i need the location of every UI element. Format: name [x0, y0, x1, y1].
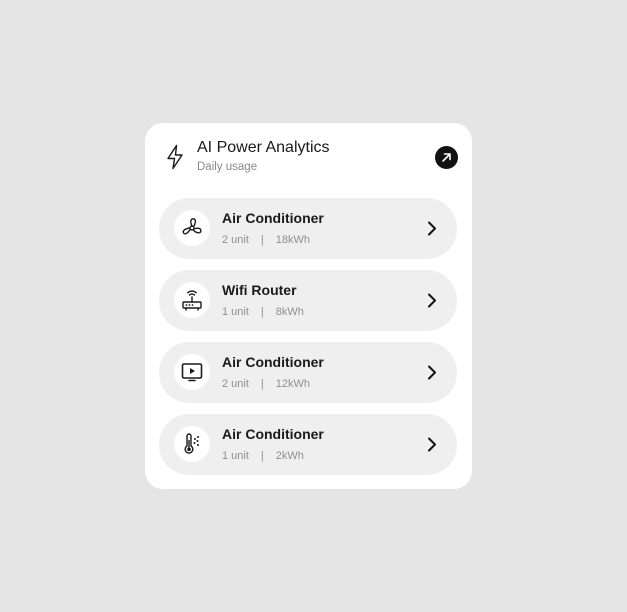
device-units: 2 unit — [222, 234, 249, 246]
card-subtitle: Daily usage — [197, 161, 258, 173]
device-icon-wrap — [174, 210, 210, 246]
open-analytics-button[interactable] — [435, 146, 458, 169]
device-icon-wrap — [174, 354, 210, 390]
device-item-air-conditioner[interactable]: Air Conditioner 2 unit | 18kWh — [159, 198, 457, 259]
device-item-wifi-router[interactable]: Wifi Router 1 unit | 8kWh — [159, 270, 457, 331]
tv-play-icon — [181, 363, 203, 382]
chevron-right-icon — [428, 221, 436, 236]
device-units: 2 unit — [222, 378, 249, 390]
device-energy: 2kWh — [275, 450, 304, 462]
device-meta: 2 unit | 18kWh — [222, 234, 310, 246]
device-name: Wifi Router — [222, 282, 297, 298]
power-analytics-card: AI Power Analytics Daily usage Air Condi… — [145, 123, 472, 489]
device-units: 1 unit — [222, 450, 249, 462]
device-meta: 2 unit | 12kWh — [222, 378, 310, 390]
fan-icon — [182, 218, 202, 235]
device-name: Air Conditioner — [222, 354, 324, 370]
device-meta: 1 unit | 2kWh — [222, 450, 304, 462]
chevron-right-icon — [428, 437, 436, 452]
lightning-bolt-icon — [167, 144, 183, 170]
device-item-air-conditioner[interactable]: Air Conditioner 1 unit | 2kWh — [159, 414, 457, 475]
device-energy: 12kWh — [275, 378, 311, 390]
device-name: Air Conditioner — [222, 210, 324, 226]
chevron-right-icon — [428, 293, 436, 308]
router-icon — [182, 290, 202, 311]
thermometer-icon — [184, 433, 199, 454]
device-energy: 18kWh — [275, 234, 311, 246]
device-meta: 1 unit | 8kWh — [222, 306, 304, 318]
meta-separator: | — [260, 378, 264, 390]
device-units: 1 unit — [222, 306, 249, 318]
device-icon-wrap — [174, 426, 210, 462]
meta-separator: | — [260, 450, 264, 462]
meta-separator: | — [260, 306, 264, 318]
chevron-right-icon — [428, 365, 436, 380]
card-title: AI Power Analytics — [197, 139, 330, 156]
card-header: AI Power Analytics Daily usage — [145, 123, 472, 193]
arrow-up-right-icon — [442, 153, 451, 162]
device-energy: 8kWh — [275, 306, 304, 318]
meta-separator: | — [260, 234, 264, 246]
device-name: Air Conditioner — [222, 426, 324, 442]
device-icon-wrap — [174, 282, 210, 318]
device-item-air-conditioner[interactable]: Air Conditioner 2 unit | 12kWh — [159, 342, 457, 403]
